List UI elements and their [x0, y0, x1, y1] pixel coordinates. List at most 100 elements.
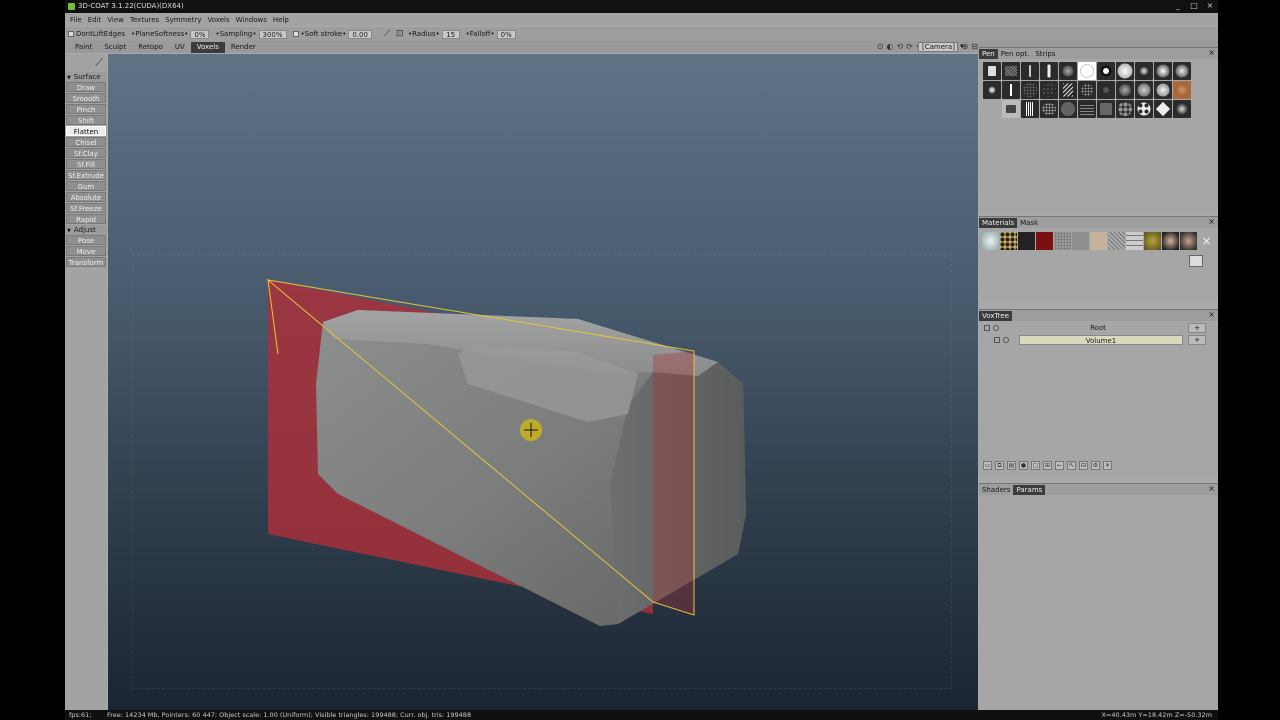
room-tab-render[interactable]: Render [225, 42, 262, 53]
plane-softness-field[interactable]: 0% [190, 29, 210, 39]
tab-params[interactable]: Params [1013, 484, 1046, 495]
settings-icon[interactable]: ⚙ [1091, 461, 1100, 470]
split-icon[interactable]: ⊟ [1079, 461, 1088, 470]
dont-lift-edges-checkbox[interactable] [68, 31, 74, 37]
material-face-icon[interactable] [1162, 232, 1179, 250]
pen-stroke-icon[interactable] [1021, 62, 1039, 80]
copy-icon[interactable]: ▤ [1007, 461, 1016, 470]
pen-leaf-icon[interactable] [1116, 81, 1134, 99]
pen-cellular-icon[interactable] [1116, 100, 1134, 118]
view-shading-icon[interactable]: ⊙ [877, 42, 884, 52]
tab-pen[interactable]: Pen [979, 48, 998, 59]
camera-select[interactable]: [Camera] [918, 42, 958, 52]
room-tab-retopo[interactable]: Retopo [132, 42, 169, 53]
radius-field[interactable]: 15 [441, 29, 460, 39]
pen-glow-2-icon[interactable] [1173, 62, 1191, 80]
pen-mottled-icon[interactable] [1135, 81, 1153, 99]
tool-draw[interactable]: Draw [66, 82, 106, 92]
pen-swirl-icon[interactable] [1154, 81, 1172, 99]
material-cloud-icon[interactable] [982, 232, 999, 250]
visibility-icon[interactable] [994, 337, 1000, 343]
pen-diamond-icon[interactable] [1154, 100, 1172, 118]
pen-crumple-icon[interactable] [1097, 81, 1115, 99]
pen-rough-icon[interactable] [1059, 100, 1077, 118]
menu-voxels[interactable]: Voxels [204, 16, 232, 24]
pen-glow-icon[interactable] [1154, 62, 1172, 80]
duplicate-icon[interactable]: ⧉ [995, 461, 1004, 470]
pen-star-icon[interactable] [983, 81, 1001, 99]
pen-bar-icon[interactable] [1002, 81, 1020, 99]
pen-splat-icon[interactable] [1173, 100, 1191, 118]
ghost-icon[interactable] [993, 325, 999, 331]
visibility-icon[interactable] [984, 325, 990, 331]
tool-absolute[interactable]: Absolute [66, 192, 106, 202]
pen-round-icon[interactable] [1078, 62, 1096, 80]
pen-noise-icon[interactable] [1002, 62, 1020, 80]
chevron-down-icon[interactable]: ▾ [960, 42, 964, 50]
pen-wave-icon[interactable] [1078, 100, 1096, 118]
material-stone-icon[interactable] [1054, 232, 1071, 250]
material-camera-icon[interactable] [1189, 255, 1203, 267]
material-remove-icon[interactable]: × [1198, 232, 1215, 250]
pen-speckle-icon[interactable] [1021, 81, 1039, 99]
delete-icon[interactable]: ✕ [1103, 461, 1112, 470]
tool-chisel[interactable]: Chisel [66, 137, 106, 147]
room-tab-uv[interactable]: UV [169, 42, 191, 53]
tool-move[interactable]: Move [66, 246, 106, 256]
minimize-button[interactable]: _ [1172, 1, 1184, 10]
pen-orange-icon[interactable] [1173, 81, 1191, 99]
rotate-right-icon[interactable]: ⟳ [906, 42, 913, 52]
pen-square-icon[interactable] [983, 62, 1001, 80]
tool-rapid[interactable]: Rapid [66, 214, 106, 224]
menu-symmetry[interactable]: Symmetry [162, 16, 204, 24]
tool-transform[interactable]: Transform [66, 257, 106, 267]
move-icon[interactable]: ⇱ [1067, 461, 1076, 470]
pen-pressure-icon[interactable]: ⟋ [384, 29, 394, 39]
view-light-icon[interactable]: ◐ [886, 42, 893, 52]
voxtree-volume-row[interactable]: Volume1 + [979, 335, 1218, 346]
room-tab-paint[interactable]: Paint [69, 42, 98, 53]
material-moss-icon[interactable] [1144, 232, 1161, 250]
add-child-button[interactable]: + [1188, 335, 1206, 345]
maximize-button[interactable]: □ [1188, 1, 1200, 10]
tool-shift[interactable]: Shift [66, 115, 106, 125]
pen-soft-large-icon[interactable] [1116, 62, 1134, 80]
falloff-field[interactable]: 0% [496, 29, 516, 39]
tool-pinch[interactable]: Pinch [66, 104, 106, 114]
pen-line-icon[interactable] [1040, 62, 1058, 80]
menu-textures[interactable]: Textures [127, 16, 162, 24]
rotate-left-icon[interactable]: ⟲ [896, 42, 903, 52]
tool-gum[interactable]: Gum [66, 181, 106, 191]
pen-soft-small-icon[interactable] [1059, 62, 1077, 80]
material-face-2-icon[interactable] [1180, 232, 1197, 250]
menu-view[interactable]: View [104, 16, 127, 24]
brush-icon[interactable]: ⟋ [66, 55, 106, 71]
tab-strips[interactable]: Strips [1032, 49, 1058, 59]
close-button[interactable]: × [1204, 1, 1216, 10]
pen-stripes-icon[interactable] [1021, 100, 1039, 118]
soft-stroke-checkbox[interactable] [292, 31, 299, 37]
pen-block-icon[interactable] [1097, 100, 1115, 118]
voxtree-volume-label[interactable]: Volume1 [1019, 335, 1183, 345]
close-icon[interactable]: × [1208, 217, 1215, 226]
surface-section-header[interactable]: ▼ Surface [65, 72, 107, 82]
menu-windows[interactable]: Windows [233, 16, 270, 24]
voxtree-root-row[interactable]: Root + [979, 323, 1218, 334]
pen-camera-icon[interactable] [1002, 100, 1020, 118]
new-layer-icon[interactable]: ▭ [983, 461, 992, 470]
tab-shaders[interactable]: Shaders [979, 485, 1013, 495]
sphere-icon[interactable]: ● [1019, 461, 1028, 470]
lock-icon[interactable]: ⊡ [396, 29, 406, 39]
adjust-section-header[interactable]: ▼ Adjust [65, 225, 107, 235]
menu-edit[interactable]: Edit [85, 16, 105, 24]
tab-voxtree[interactable]: VoxTree [979, 310, 1013, 321]
tool-sf-clay[interactable]: Sf.Clay [66, 148, 106, 158]
pen-sponge-icon[interactable] [1040, 100, 1058, 118]
box-icon[interactable]: ▢ [1031, 461, 1040, 470]
tool-sf-fill[interactable]: Sf.Fill [66, 159, 106, 169]
tool-sf-extrude[interactable]: Sf.Extrude [66, 170, 106, 180]
material-tiles-icon[interactable] [1126, 232, 1143, 250]
tool-sf-freeze[interactable]: Sf.Freeze [66, 203, 106, 213]
pen-soft-tiny-icon[interactable] [1135, 62, 1153, 80]
close-icon[interactable]: × [1208, 484, 1215, 493]
